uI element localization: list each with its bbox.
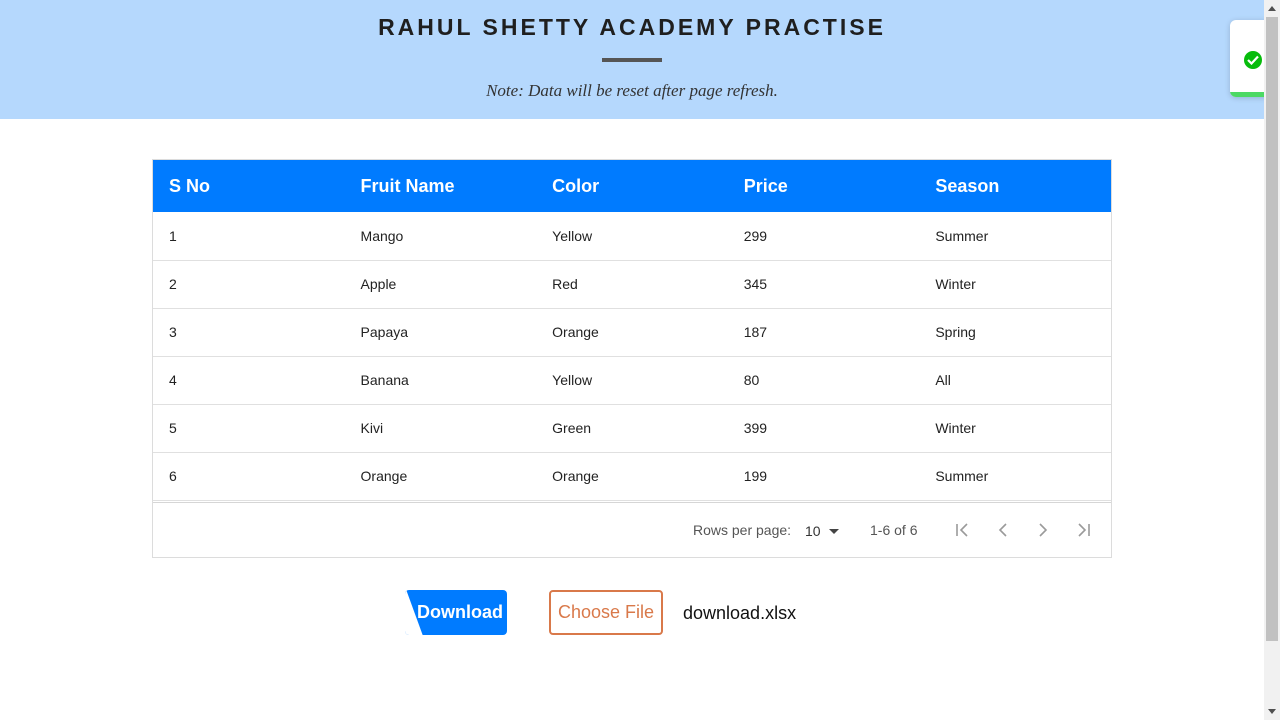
cell-sno: 5	[169, 420, 177, 436]
scroll-up-icon[interactable]	[1268, 6, 1276, 11]
rows-per-page-select[interactable]: 10	[805, 523, 821, 539]
cell-sno: 3	[169, 324, 177, 340]
cell-sno: 4	[169, 372, 177, 388]
cell-fruit-name: Apple	[360, 276, 397, 292]
cell-price: 187	[743, 324, 768, 340]
next-page-icon[interactable]	[1033, 520, 1053, 540]
scroll-down-icon[interactable]	[1268, 709, 1276, 714]
last-page-icon[interactable]	[1073, 520, 1093, 540]
cell-color: Green	[552, 420, 592, 436]
table-row: 3 Papaya Orange 187 Spring	[153, 308, 1111, 356]
cell-season: Summer	[935, 227, 989, 244]
first-page-icon[interactable]	[953, 520, 973, 540]
cell-season: Winter	[935, 420, 976, 436]
column-header-price[interactable]: Price	[728, 160, 920, 212]
cell-season: All	[935, 372, 951, 388]
column-header-season[interactable]: Season	[919, 160, 1111, 212]
page-scrollbar[interactable]	[1264, 0, 1280, 720]
reset-note: Note: Data will be reset after page refr…	[486, 81, 778, 100]
cell-season: Spring	[935, 324, 976, 340]
selected-file-name: download.xlsx	[683, 603, 797, 623]
cell-fruit-name: Kivi	[360, 420, 384, 436]
page-title: RAHUL SHETTY ACADEMY PRACTISE	[378, 14, 886, 40]
cell-color: Yellow	[552, 227, 593, 244]
table-row: 2 Apple Red 345 Winter	[153, 260, 1111, 308]
cell-color: Red	[552, 276, 578, 292]
column-header-color[interactable]: Color	[536, 160, 728, 212]
cell-season: Summer	[935, 468, 989, 484]
scrollbar-thumb[interactable]	[1266, 17, 1278, 641]
table-header-row: S No Fruit Name Color Price Season	[153, 160, 1111, 212]
cell-price: 80	[743, 372, 760, 388]
cell-price: 399	[743, 420, 768, 436]
table-row: 4 Banana Yellow 80 All	[153, 356, 1111, 404]
table-row: 1 Mango Yellow 299 Summer	[153, 212, 1111, 260]
cell-fruit-name: Mango	[360, 227, 404, 244]
cell-price: 299	[743, 227, 768, 244]
cell-sno: 6	[169, 468, 177, 484]
cell-fruit-name: Banana	[360, 372, 409, 388]
check-circle-icon	[1244, 51, 1262, 69]
table-row: 6 Orange Orange 199 Summer	[153, 452, 1111, 500]
column-header-fruit-name[interactable]: Fruit Name	[345, 160, 537, 212]
download-button[interactable]: Download	[405, 590, 507, 635]
fruit-table-container: S No Fruit Name Color Price Season 1 Man…	[152, 159, 1112, 558]
cell-sno: 1	[169, 227, 177, 244]
cell-fruit-name: Orange	[360, 468, 408, 484]
column-header-sno[interactable]: S No	[153, 160, 345, 212]
cell-color: Yellow	[552, 372, 593, 388]
previous-page-icon[interactable]	[993, 520, 1013, 540]
cell-color: Orange	[552, 324, 599, 340]
pagination-range: 1-6 of 6	[870, 522, 918, 538]
cell-sno: 2	[169, 276, 177, 292]
cell-color: Orange	[552, 468, 599, 484]
cell-fruit-name: Papaya	[360, 324, 409, 340]
chevron-down-icon[interactable]	[829, 529, 839, 534]
choose-file-button[interactable]: Choose File	[549, 590, 663, 635]
page-header: RAHUL SHETTY ACADEMY PRACTISE Note: Data…	[0, 0, 1264, 119]
rows-per-page-label: Rows per page:	[693, 522, 792, 538]
cell-price: 345	[743, 276, 768, 292]
table-row: 5 Kivi Green 399 Winter	[153, 404, 1111, 452]
cell-price: 199	[743, 468, 768, 484]
table-pagination: Rows per page: 10 1-6 of 6	[153, 502, 1111, 558]
fruit-table: S No Fruit Name Color Price Season 1 Man…	[153, 160, 1111, 501]
download-button-label: Download	[417, 602, 503, 622]
title-underline	[602, 58, 662, 62]
cell-season: Winter	[935, 276, 976, 292]
